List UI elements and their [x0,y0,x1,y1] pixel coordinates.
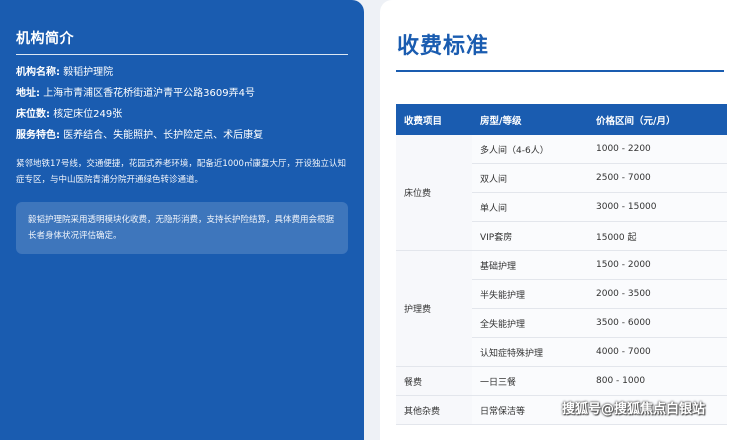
type-cell: 一日三餐 [472,366,588,396]
fee-panel: 收费标准 收费项目 房型/等级 价格区间（元/月） 床位费 多人间（4-6人） … [380,0,740,440]
info-row-features: 服务特色: 医养结合、失能照护、长护险定点、术后康复 [16,130,348,142]
fee-table: 收费项目 房型/等级 价格区间（元/月） 床位费 多人间（4-6人） 1000 … [396,104,727,425]
header-price: 价格区间（元/月） [588,104,727,135]
table-row: 餐费 一日三餐 800 - 1000 [396,366,727,396]
intro-title: 机构简介 [16,31,74,47]
info-label: 机构名称: [16,67,60,78]
type-cell: VIP套房 [472,221,588,251]
price-cell: 2000 - 3500 [588,279,727,309]
info-value: 上海市青浦区香花桥街道沪青平公路3609弄4号 [43,88,255,99]
type-cell: 双人间 [472,163,588,193]
price-cell: 2500 - 7000 [588,163,727,193]
info-label: 床位数: [16,109,50,120]
fee-title: 收费标准 [397,34,490,59]
type-cell: 全失能护理 [472,308,588,338]
price-cell: 3000 - 15000 [588,192,727,222]
category-cell: 餐费 [396,366,472,396]
info-value: 核定床位249张 [53,109,123,120]
intro-description: 紧邻地铁17号线，交通便捷，花园式养老环境，配备近1000㎡康复大厅，开设独立认… [16,159,346,185]
header-category: 收费项目 [396,104,472,135]
intro-divider [16,54,348,55]
intro-panel: 机构简介 机构名称: 毅韬护理院 地址: 上海市青浦区香花桥街道沪青平公路360… [0,0,364,440]
price-cell: 3500 - 6000 [588,308,727,338]
info-value: 毅韬护理院 [63,67,114,78]
info-value: 医养结合、失能照护、长护险定点、术后康复 [63,130,264,141]
price-cell: 1000 - 2200 [588,135,727,164]
type-cell: 半失能护理 [472,279,588,309]
fee-title-divider [396,70,724,72]
table-row: 护理费 基础护理 1500 - 2000 [396,250,727,367]
price-cell: 15000 起 [588,221,727,251]
info-label: 地址: [16,88,40,99]
type-cell: 单人间 [472,192,588,222]
info-label: 服务特色: [16,130,60,141]
info-row-beds: 床位数: 核定床位249张 [16,109,348,121]
info-row-address: 地址: 上海市青浦区香花桥街道沪青平公路3609弄4号 [16,88,348,100]
type-cell: 多人间（4-6人） [472,135,588,164]
price-cell: 800 - 1000 [588,366,727,396]
type-cell: 基础护理 [472,250,588,280]
category-cell: 床位费 [396,135,472,251]
price-cell: 4000 - 7000 [588,337,727,367]
fee-note-box: 毅韬护理院采用透明模块化收费，无隐形消费，支持长护险结算，具体费用会根据长者身体… [16,202,348,254]
table-row: 床位费 多人间（4-6人） 1000 - 2200 [396,135,727,251]
type-cell: 认知症特殊护理 [472,337,588,367]
watermark-text: 搜狐号@搜狐焦点白银站 [562,402,706,417]
info-row-name: 机构名称: 毅韬护理院 [16,67,348,79]
category-cell: 护理费 [396,250,472,367]
header-type: 房型/等级 [472,104,588,135]
price-cell: 1500 - 2000 [588,250,727,280]
category-cell: 其他杂费 [396,395,472,425]
fee-table-header: 收费项目 房型/等级 价格区间（元/月） [396,104,727,135]
